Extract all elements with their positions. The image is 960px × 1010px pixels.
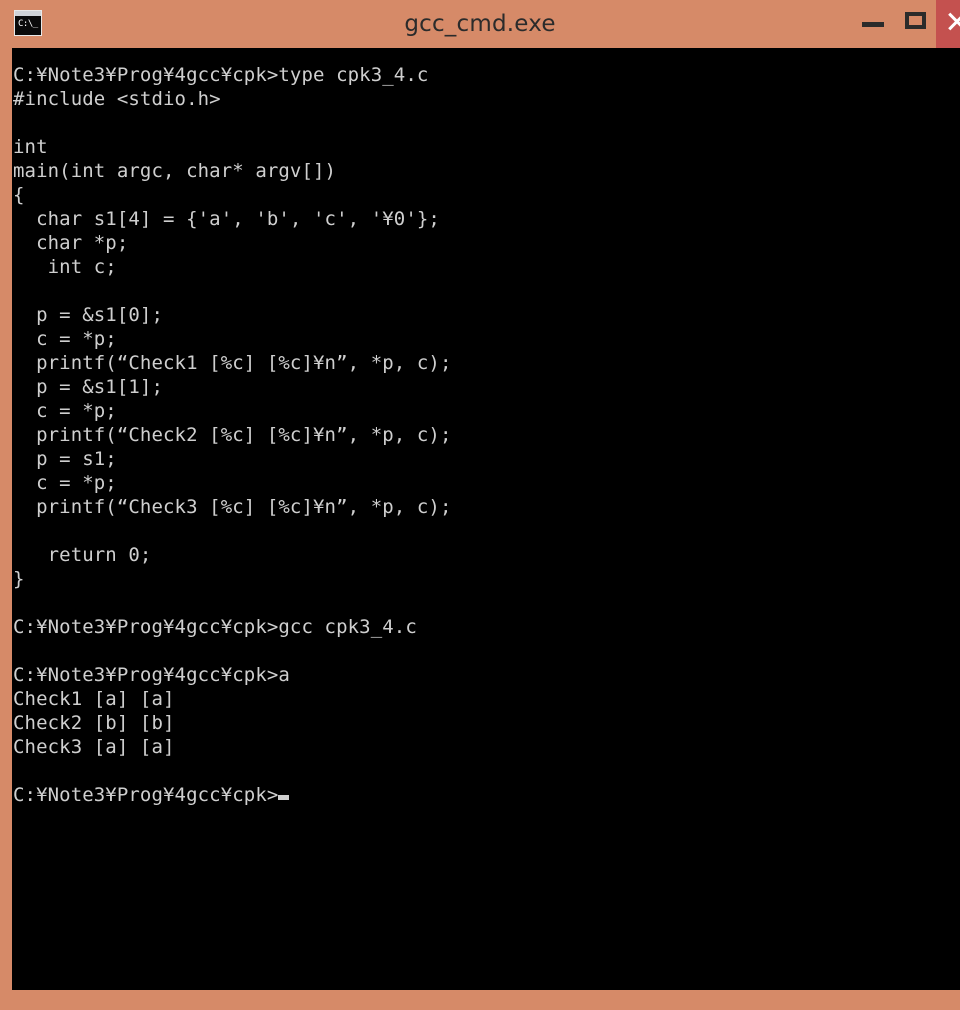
title-bar[interactable]: C:\_ gcc_cmd.exe (0, 0, 960, 48)
maximize-icon (905, 12, 926, 29)
maximize-button[interactable] (894, 0, 936, 48)
terminal-output-area[interactable]: C:¥Note3¥Prog¥4gcc¥cpk>type cpk3_4.c #in… (12, 48, 960, 990)
minimize-icon (862, 22, 884, 27)
terminal-text: C:¥Note3¥Prog¥4gcc¥cpk>type cpk3_4.c #in… (13, 64, 452, 806)
console-window: C:\_ gcc_cmd.exe C:¥Note3¥Prog¥4gcc¥cpk>… (0, 0, 960, 1010)
terminal-cursor (278, 795, 290, 800)
close-button[interactable] (936, 0, 960, 48)
close-icon (946, 10, 960, 32)
minimize-button[interactable] (852, 0, 894, 48)
page-title: gcc_cmd.exe (404, 11, 556, 37)
